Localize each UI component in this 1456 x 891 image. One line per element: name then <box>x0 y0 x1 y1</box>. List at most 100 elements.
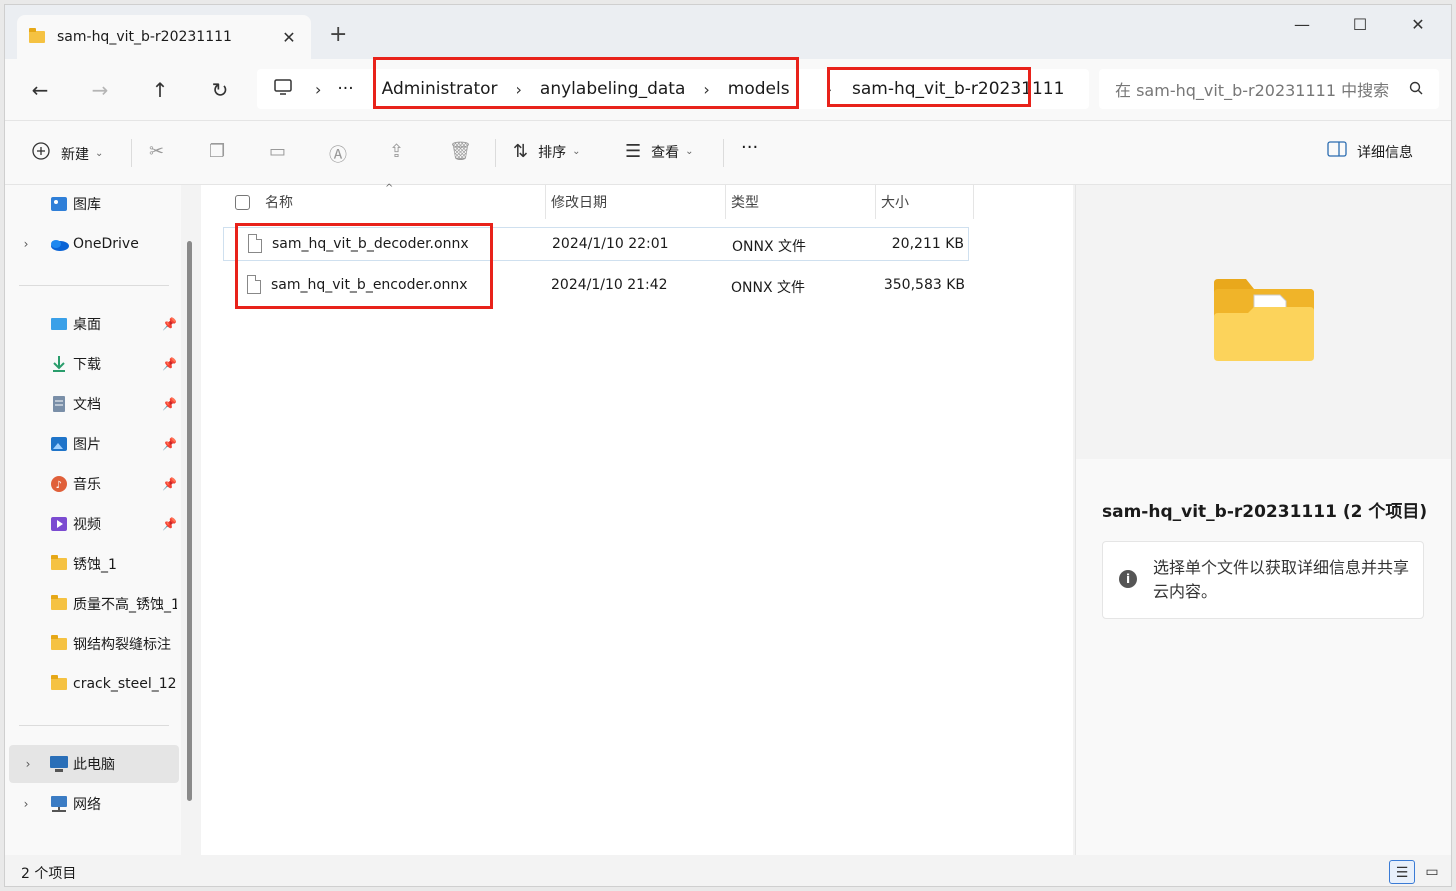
sidebar-item-gallery[interactable]: 图库 <box>5 185 179 223</box>
chevron-right-icon: › <box>315 79 322 99</box>
chevron-down-icon: ⌄ <box>572 146 581 157</box>
maximize-button[interactable]: ☐ <box>1345 15 1375 34</box>
sidebar-item-onedrive[interactable]: › OneDrive <box>5 225 179 263</box>
delete-button[interactable]: 🗑 <box>449 141 472 162</box>
sidebar-item-music[interactable]: ♪ 音乐 📌 <box>5 465 179 503</box>
folder-icon <box>47 594 71 614</box>
more-options-button[interactable]: ··· <box>741 137 758 158</box>
pin-icon[interactable]: 📌 <box>162 397 177 411</box>
column-header-date[interactable]: 修改日期 <box>551 185 607 219</box>
new-button[interactable]: 新建 ⌄ <box>31 141 103 166</box>
column-divider[interactable] <box>875 185 876 219</box>
copy-icon: ❐ <box>209 141 226 162</box>
details-pane-button[interactable]: 详细信息 <box>1327 141 1413 162</box>
sort-ascending-icon: ^ <box>385 183 394 194</box>
sort-button[interactable]: ⇅ 排序 ⌄ <box>513 141 580 162</box>
sidebar-item-pictures[interactable]: 图片 📌 <box>5 425 179 463</box>
file-type: ONNX 文件 <box>732 239 807 255</box>
computer-icon[interactable] <box>257 78 303 101</box>
back-button[interactable]: ← <box>25 75 55 105</box>
up-button[interactable]: ↑ <box>145 75 175 105</box>
highlight-box-path <box>373 57 799 109</box>
divider <box>19 725 169 726</box>
command-toolbar: 新建 ⌄ ✂ ❐ ▭ Ⓐ ⇪ 🗑 ⇅ 排序 ⌄ ☰ 查看 ⌄ ··· 详细信息 <box>5 121 1451 185</box>
details-pane-icon <box>1327 141 1347 162</box>
column-header-type[interactable]: 类型 <box>731 185 759 219</box>
tab-close-button[interactable]: ✕ <box>279 28 299 47</box>
sidebar-item-downloads[interactable]: 下载 📌 <box>5 345 179 383</box>
copy-button[interactable]: ❐ <box>209 141 225 162</box>
pin-icon[interactable]: 📌 <box>162 357 177 371</box>
forward-button[interactable]: → <box>85 75 115 105</box>
document-icon <box>47 394 71 414</box>
sidebar-item-label: 此电脑 <box>73 757 115 773</box>
sidebar-item-folder-rust[interactable]: 锈蚀_1 <box>5 545 179 583</box>
sidebar-item-network[interactable]: › 网络 <box>5 785 179 823</box>
select-all-checkbox[interactable] <box>235 185 250 219</box>
chevron-right-icon[interactable]: › <box>9 757 47 771</box>
tiles-view-button[interactable]: ▭ <box>1419 860 1445 884</box>
paste-button[interactable]: ▭ <box>269 141 286 162</box>
chevron-right-icon[interactable]: › <box>5 797 47 811</box>
share-button[interactable]: ⇪ <box>389 141 404 162</box>
sidebar-item-label: crack_steel_12 <box>73 676 177 692</box>
navigation-pane: 图库 › OneDrive 桌面 📌 下载 📌 文档 📌 图片 📌 ♪ 音乐 📌… <box>5 185 181 855</box>
chevron-down-icon: ⌄ <box>685 146 694 157</box>
view-list-icon: ☰ <box>625 141 642 162</box>
highlight-box-files <box>235 223 493 309</box>
sort-button-label: 排序 <box>538 144 567 161</box>
rename-button[interactable]: Ⓐ <box>329 141 347 167</box>
details-pane: sam-hq_vit_b-r20231111 (2 个项目) i 选择单个文件以… <box>1075 185 1451 855</box>
column-divider[interactable] <box>725 185 726 219</box>
sidebar-scrollbar[interactable] <box>187 241 192 801</box>
pin-icon[interactable]: 📌 <box>162 437 177 451</box>
column-header-size[interactable]: 大小 <box>881 185 909 219</box>
column-divider[interactable] <box>545 185 546 219</box>
sidebar-item-label: 质量不高_锈蚀_1 <box>73 597 177 613</box>
view-button[interactable]: ☰ 查看 ⌄ <box>625 141 694 162</box>
onedrive-icon <box>47 234 71 254</box>
chevron-down-icon: ⌄ <box>95 148 104 159</box>
refresh-button[interactable]: ↻ <box>205 75 235 105</box>
tab-current-folder[interactable]: sam-hq_vit_b-r20231111 ✕ <box>17 15 311 59</box>
breadcrumb-more[interactable]: ··· <box>333 79 357 99</box>
sidebar-item-videos[interactable]: 视频 📌 <box>5 505 179 543</box>
gallery-icon <box>47 194 71 214</box>
minimize-button[interactable]: — <box>1287 15 1317 34</box>
sidebar-item-folder-steel-crack[interactable]: 钢结构裂缝标注 <box>5 625 179 663</box>
sidebar-item-documents[interactable]: 文档 📌 <box>5 385 179 423</box>
rename-icon: Ⓐ <box>329 145 347 166</box>
details-title: sam-hq_vit_b-r20231111 (2 个项目) <box>1102 502 1428 522</box>
plus-circle-icon <box>31 141 51 166</box>
toolbar-divider <box>131 139 132 167</box>
view-button-label: 查看 <box>651 144 680 161</box>
toolbar-divider <box>723 139 724 167</box>
sidebar-item-label: 钢结构裂缝标注 <box>73 637 171 653</box>
pin-icon[interactable]: 📌 <box>162 477 177 491</box>
file-date: 2024/1/10 22:01 <box>552 236 669 252</box>
sidebar-item-folder-low-quality-rust[interactable]: 质量不高_锈蚀_1 <box>5 585 179 623</box>
sidebar-item-folder-crack-steel[interactable]: crack_steel_12 <box>5 665 179 703</box>
download-icon <box>47 354 71 374</box>
video-icon <box>47 514 71 534</box>
search-input[interactable]: 在 sam-hq_vit_b-r20231111 中搜索 <box>1099 69 1439 109</box>
details-view-button[interactable]: ☰ <box>1389 860 1415 884</box>
sidebar-item-desktop[interactable]: 桌面 📌 <box>5 305 179 343</box>
trash-icon: 🗑 <box>449 141 472 162</box>
folder-icon <box>47 674 71 694</box>
highlight-box-folder <box>827 67 1031 107</box>
chevron-right-icon[interactable]: › <box>5 237 47 251</box>
cut-button[interactable]: ✂ <box>149 141 164 162</box>
column-header-name[interactable]: 名称 <box>265 185 293 219</box>
status-item-count: 2 个项目 <box>21 866 77 882</box>
close-window-button[interactable]: ✕ <box>1403 15 1433 34</box>
pin-icon[interactable]: 📌 <box>162 317 177 331</box>
sidebar-item-this-pc[interactable]: › 此电脑 <box>9 745 179 783</box>
details-button-label: 详细信息 <box>1357 144 1413 161</box>
file-size: 350,583 KB <box>883 277 965 293</box>
search-icon[interactable] <box>1409 80 1423 99</box>
column-divider[interactable] <box>973 185 974 219</box>
new-tab-button[interactable]: + <box>329 23 347 47</box>
svg-text:♪: ♪ <box>56 480 62 491</box>
pin-icon[interactable]: 📌 <box>162 517 177 531</box>
